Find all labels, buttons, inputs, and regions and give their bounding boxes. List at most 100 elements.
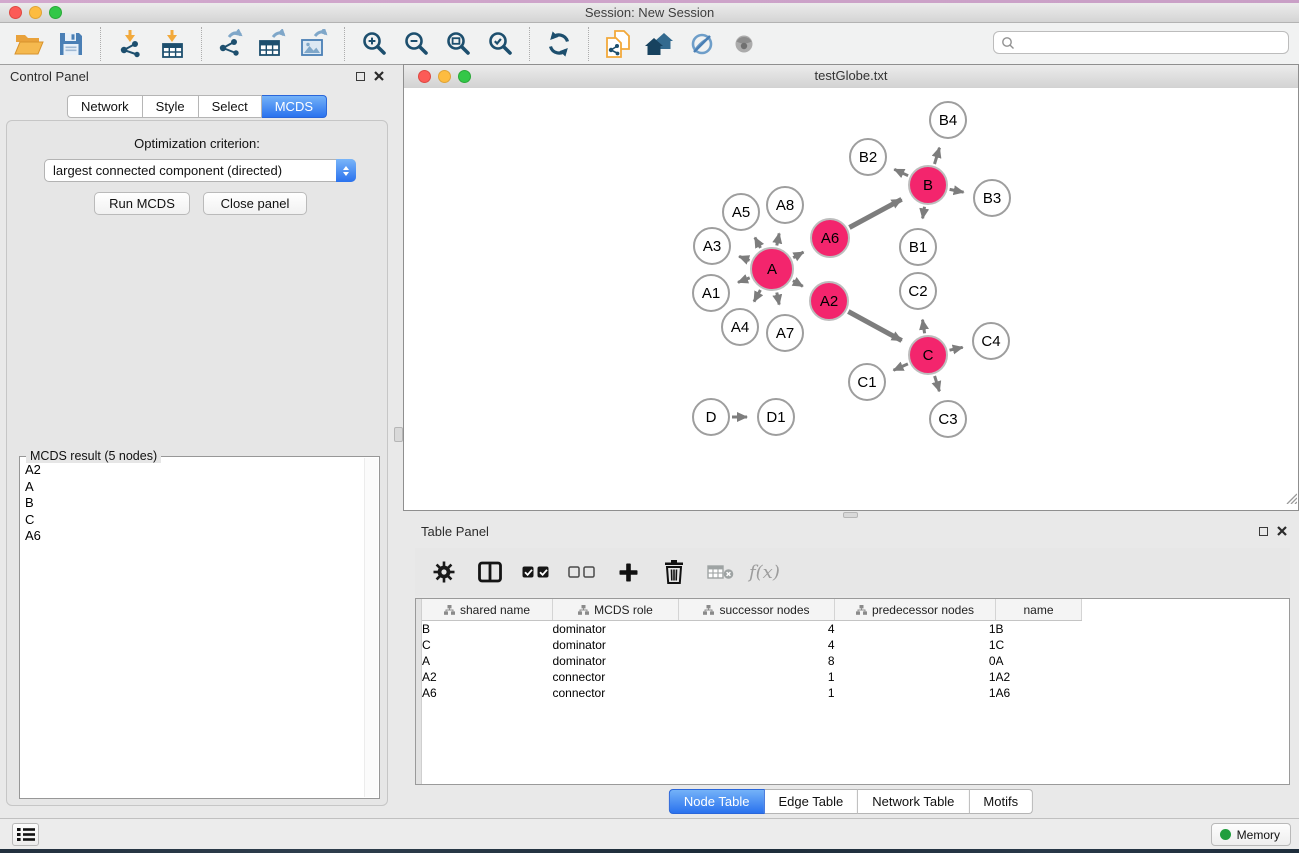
table-mode-gear-icon[interactable]	[427, 555, 461, 589]
column-header-mcds-role[interactable]: MCDS role	[553, 599, 679, 621]
select-all-columns-icon[interactable]	[519, 555, 553, 589]
minimize-view-button[interactable]	[438, 70, 451, 83]
node-B3[interactable]: B3	[973, 179, 1011, 217]
close-panel-button[interactable]: Close panel	[203, 192, 307, 215]
edge-C-C1[interactable]	[894, 364, 908, 370]
edge-A-A8[interactable]	[777, 233, 779, 245]
edge-A-A1[interactable]	[738, 278, 750, 283]
birds-eye-view-icon[interactable]	[723, 26, 765, 62]
cell[interactable]: 0	[835, 653, 996, 669]
tab-node-table[interactable]: Node Table	[669, 789, 765, 814]
cell[interactable]: connector	[553, 685, 679, 701]
edge-A-A7[interactable]	[777, 293, 779, 305]
node-B4[interactable]: B4	[929, 101, 967, 139]
cell[interactable]: B	[422, 621, 553, 638]
export-image-icon[interactable]	[294, 26, 336, 62]
node-A6[interactable]: A6	[810, 218, 850, 258]
column-header-shared-name[interactable]: shared name	[422, 599, 553, 621]
node-table[interactable]: shared nameMCDS rolesuccessor nodesprede…	[415, 598, 1290, 785]
cell[interactable]: A6	[996, 685, 1082, 701]
node-A8[interactable]: A8	[766, 186, 804, 224]
edge-C-C3[interactable]	[935, 376, 940, 391]
run-mcds-button[interactable]: Run MCDS	[94, 192, 190, 215]
close-panel-icon[interactable]	[1277, 526, 1287, 536]
search-box[interactable]	[993, 31, 1289, 54]
memory-button[interactable]: Memory	[1211, 823, 1291, 846]
cell[interactable]: 1	[835, 637, 996, 653]
mcds-result-item[interactable]: A	[25, 479, 363, 496]
node-A5[interactable]: A5	[722, 193, 760, 231]
cell[interactable]: 1	[835, 621, 996, 638]
node-D1[interactable]: D1	[757, 398, 795, 436]
zoom-in-icon[interactable]	[353, 26, 395, 62]
nested-network-icon[interactable]	[639, 26, 681, 62]
task-history-icon[interactable]	[12, 823, 39, 846]
mcds-result-list[interactable]: A2ABCA6	[25, 462, 363, 796]
resize-grip-icon[interactable]	[1285, 491, 1297, 509]
clone-network-icon[interactable]	[597, 26, 639, 62]
node-A2[interactable]: A2	[809, 281, 849, 321]
zoom-selected-icon[interactable]	[479, 26, 521, 62]
cell[interactable]: dominator	[553, 621, 679, 638]
show-column-icon[interactable]	[473, 555, 507, 589]
tab-style[interactable]: Style	[143, 95, 199, 118]
cell[interactable]: 4	[679, 621, 835, 638]
horizontal-splitter[interactable]	[403, 511, 1299, 519]
node-C[interactable]: C	[908, 335, 948, 375]
save-session-icon[interactable]	[50, 26, 92, 62]
edge-B-B2[interactable]	[894, 169, 908, 175]
open-session-icon[interactable]	[8, 26, 50, 62]
cell[interactable]: connector	[553, 669, 679, 685]
unselect-all-columns-icon[interactable]	[565, 555, 599, 589]
edge-C-C2[interactable]	[923, 320, 925, 334]
edge-C-C4[interactable]	[950, 347, 963, 350]
node-B[interactable]: B	[908, 165, 948, 205]
cell[interactable]: 1	[679, 669, 835, 685]
export-table-icon[interactable]	[252, 26, 294, 62]
vertical-splitter[interactable]	[394, 64, 403, 818]
node-C1[interactable]: C1	[848, 363, 886, 401]
node-D[interactable]: D	[692, 398, 730, 436]
cell[interactable]: A2	[422, 669, 553, 685]
edge-B-B4[interactable]	[935, 148, 940, 164]
cell[interactable]: B	[996, 621, 1082, 638]
cell[interactable]: dominator	[553, 653, 679, 669]
edge-B-B3[interactable]	[950, 189, 964, 192]
cell[interactable]: 1	[835, 669, 996, 685]
cell[interactable]: A2	[996, 669, 1082, 685]
node-C4[interactable]: C4	[972, 322, 1010, 360]
cell[interactable]: dominator	[553, 637, 679, 653]
hide-graphics-details-icon[interactable]	[681, 26, 723, 62]
export-network-icon[interactable]	[210, 26, 252, 62]
node-B2[interactable]: B2	[849, 138, 887, 176]
node-B1[interactable]: B1	[899, 228, 937, 266]
cell[interactable]: 8	[679, 653, 835, 669]
node-A1[interactable]: A1	[692, 274, 730, 312]
cell[interactable]: 4	[679, 637, 835, 653]
node-A3[interactable]: A3	[693, 227, 731, 265]
network-canvas[interactable]: B4B2BB3A5A8A6A3B1AC2A1A2A4A7C4CC1C3DD1	[404, 88, 1298, 510]
float-panel-icon[interactable]	[1259, 527, 1268, 536]
table-row[interactable]: A6connector11A6	[422, 685, 1289, 701]
import-table-icon[interactable]	[151, 26, 193, 62]
cell[interactable]: A6	[422, 685, 553, 701]
criterion-dropdown[interactable]: largest connected component (directed)	[44, 159, 356, 182]
mcds-result-item[interactable]: A2	[25, 462, 363, 479]
cell[interactable]: A	[422, 653, 553, 669]
edge-A2-C[interactable]	[848, 312, 901, 341]
node-C3[interactable]: C3	[929, 400, 967, 438]
edge-B-B1[interactable]	[923, 207, 925, 219]
search-input[interactable]	[1020, 35, 1281, 51]
edge-A-A6[interactable]	[793, 252, 803, 258]
result-list-scrollbar[interactable]	[364, 458, 378, 797]
tab-network-table[interactable]: Network Table	[858, 789, 969, 814]
table-row[interactable]: Cdominator41C	[422, 637, 1289, 653]
close-view-button[interactable]	[418, 70, 431, 83]
node-A4[interactable]: A4	[721, 308, 759, 346]
cell[interactable]: A	[996, 653, 1082, 669]
table-row[interactable]: A2connector11A2	[422, 669, 1289, 685]
table-row[interactable]: Adominator80A	[422, 653, 1289, 669]
tab-select[interactable]: Select	[199, 95, 262, 118]
edge-A-A2[interactable]	[793, 281, 803, 287]
column-header-predecessor-nodes[interactable]: predecessor nodes	[835, 599, 996, 621]
